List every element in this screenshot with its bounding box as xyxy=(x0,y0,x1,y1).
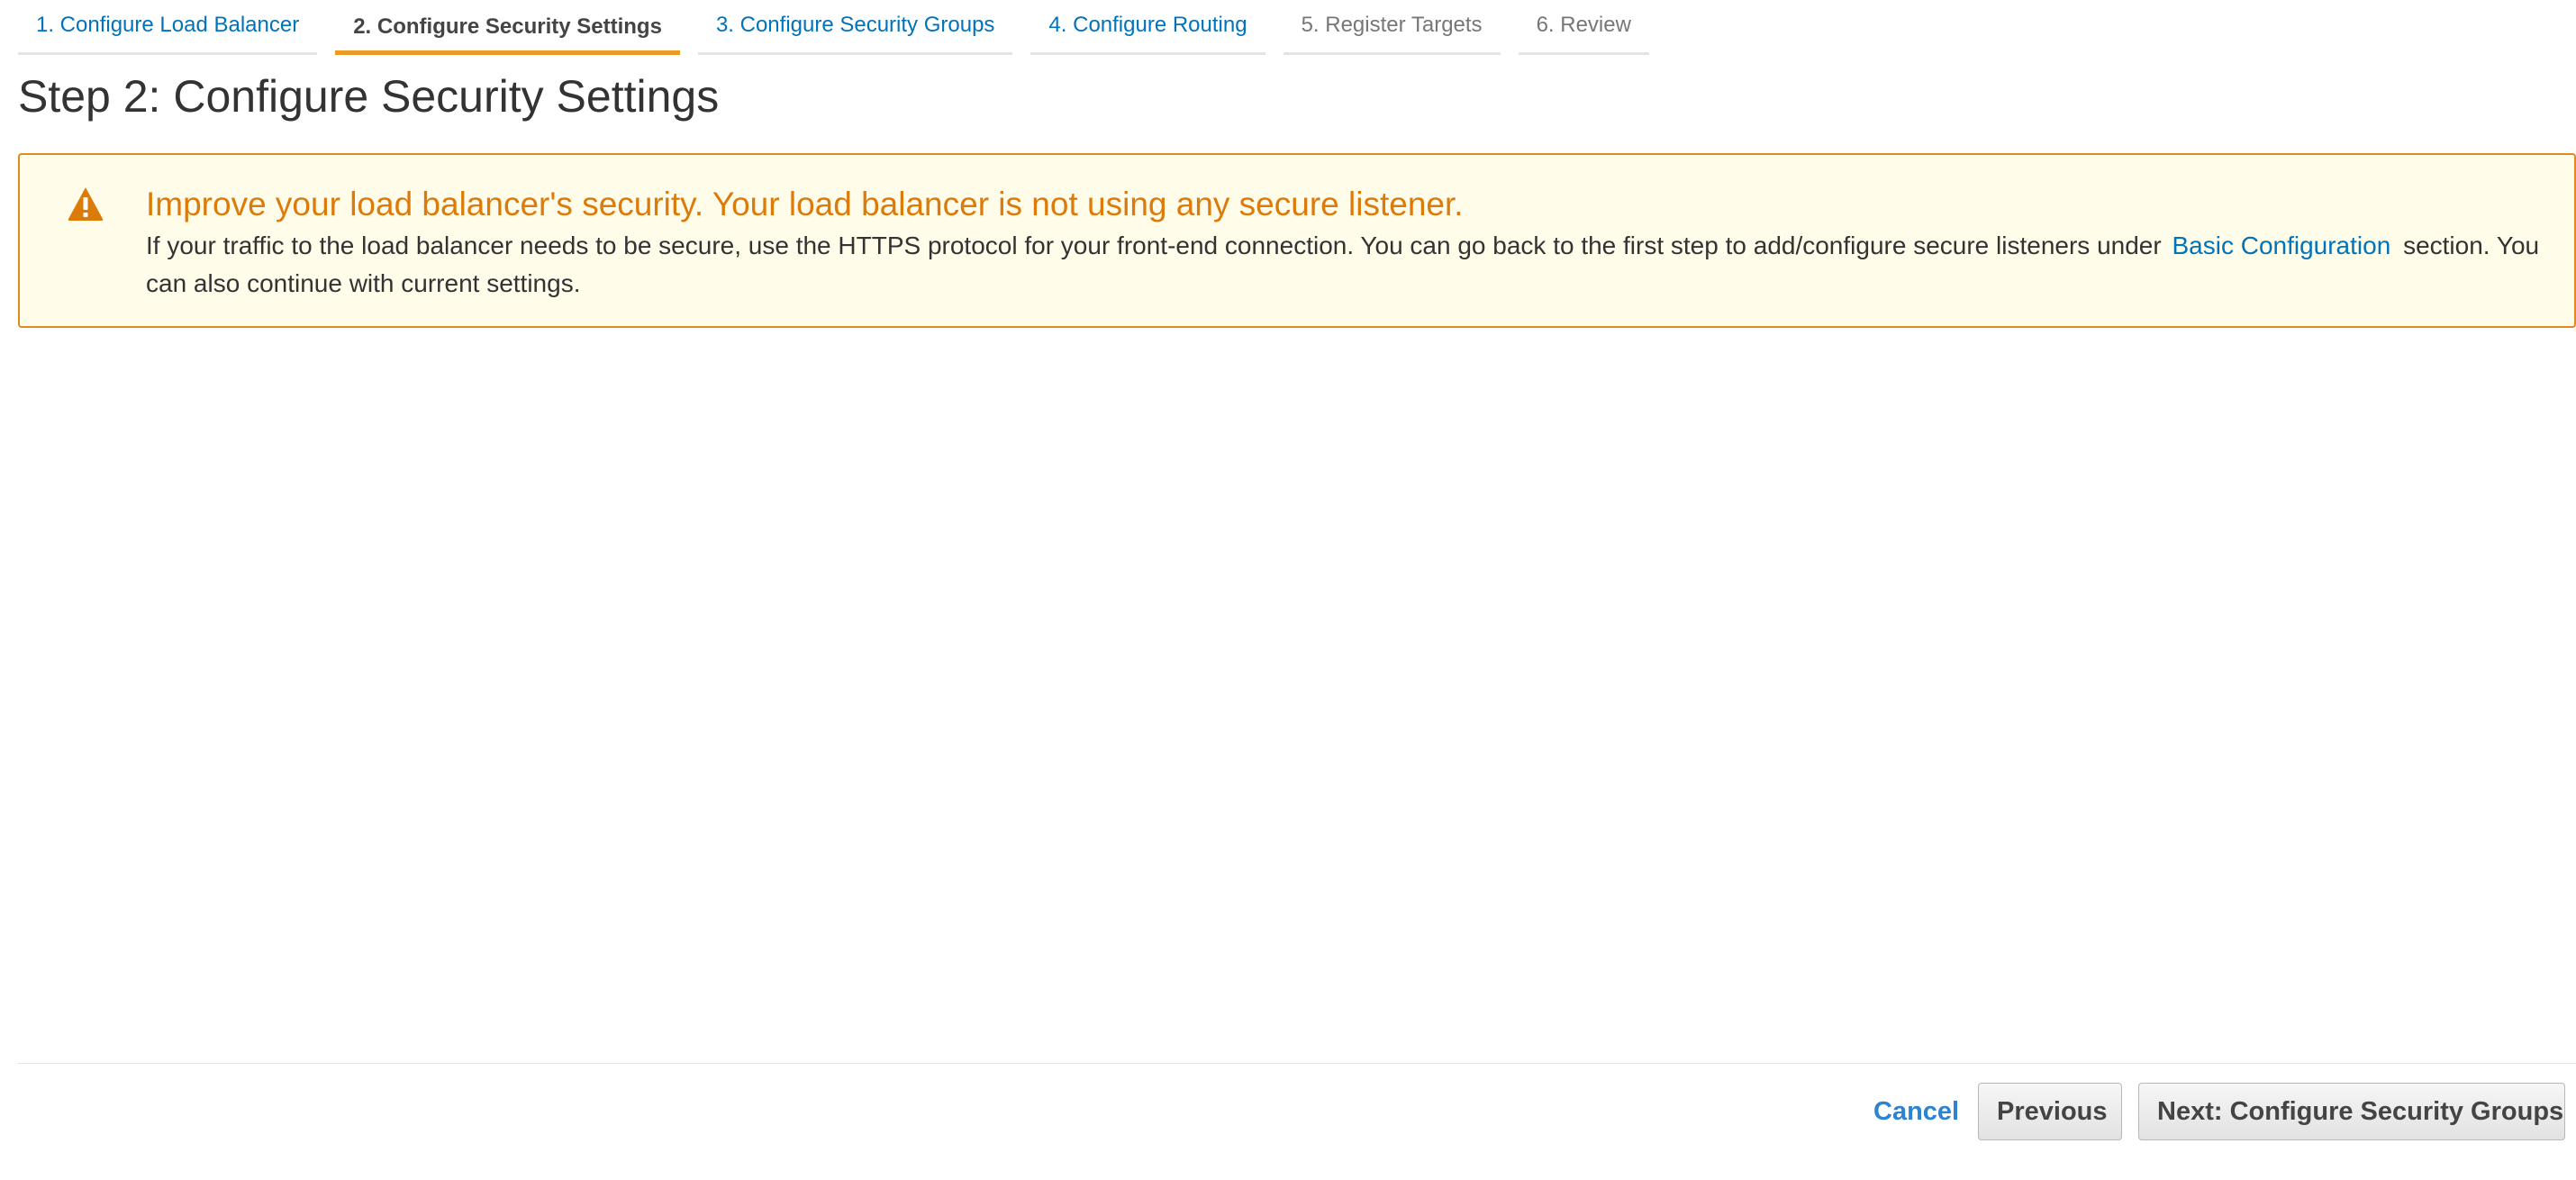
alert-message-text: If your traffic to the load balancer nee… xyxy=(146,231,2162,259)
basic-configuration-link[interactable]: Basic Configuration xyxy=(2172,231,2390,259)
tab-configure-security-settings[interactable]: 2. Configure Security Settings xyxy=(335,0,680,55)
page-title: Step 2: Configure Security Settings xyxy=(18,71,720,122)
next-configure-security-groups-button[interactable]: Next: Configure Security Groups xyxy=(2138,1083,2565,1140)
tab-review: 6. Review xyxy=(1518,0,1649,55)
tab-register-targets: 5. Register Targets xyxy=(1283,0,1501,55)
tab-configure-routing[interactable]: 4. Configure Routing xyxy=(1030,0,1265,55)
tab-configure-security-groups[interactable]: 3. Configure Security Groups xyxy=(697,0,1013,55)
security-warning-alert: Improve your load balancer's security. Y… xyxy=(18,153,2576,328)
footer-divider xyxy=(18,1063,2576,1064)
alert-title: Improve your load balancer's security. Y… xyxy=(146,186,1464,222)
cancel-button[interactable]: Cancel xyxy=(1855,1081,1977,1142)
warning-triangle-icon xyxy=(68,187,104,221)
wizard-tabs: 1. Configure Load Balancer 2. Configure … xyxy=(18,0,1667,55)
tab-configure-load-balancer[interactable]: 1. Configure Load Balancer xyxy=(18,0,318,55)
alert-message: If your traffic to the load balancer nee… xyxy=(146,227,2560,303)
previous-button[interactable]: Previous xyxy=(1978,1083,2122,1140)
page: 1. Configure Load Balancer 2. Configure … xyxy=(0,0,2576,1180)
